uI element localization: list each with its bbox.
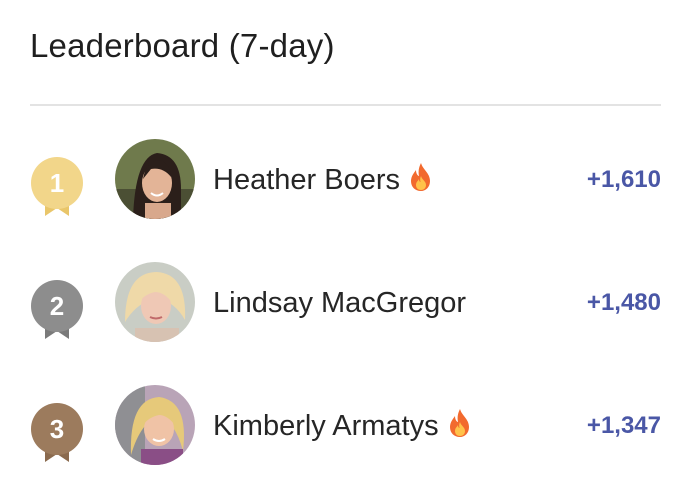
leaderboard-title: Leaderboard (7-day) — [30, 27, 335, 64]
rank-number: 2 — [49, 291, 65, 321]
user-name[interactable]: Heather Boers — [213, 163, 434, 197]
user-name[interactable]: Kimberly Armatys — [213, 409, 473, 443]
divider — [30, 104, 661, 106]
points-value: +1,610 — [586, 166, 661, 193]
user-name-text[interactable]: Kimberly Armatys — [213, 410, 439, 442]
fire-icon — [408, 162, 434, 192]
leaderboard-row[interactable]: 2 Lindsay MacGregor +1,480 — [0, 260, 690, 344]
leaderboard-widget: Leaderboard (7-day) 1 Heather Boers +1,6… — [0, 0, 690, 502]
points-value: +1,347 — [586, 412, 661, 439]
leaderboard-row[interactable]: 3 Kimberly Armatys +1,347 — [0, 383, 690, 467]
points-value: +1,480 — [586, 289, 661, 316]
fire-icon — [447, 408, 473, 438]
rank-number: 3 — [49, 414, 65, 444]
avatar[interactable] — [115, 139, 195, 219]
rank-number: 1 — [49, 168, 65, 198]
avatar[interactable] — [115, 385, 195, 465]
rank-medal-icon: 3 — [29, 402, 85, 464]
avatar[interactable] — [115, 262, 195, 342]
user-name-text[interactable]: Heather Boers — [213, 164, 400, 196]
user-name[interactable]: Lindsay MacGregor — [213, 286, 466, 320]
rank-medal-icon: 1 — [29, 156, 85, 218]
rank-medal-icon: 2 — [29, 279, 85, 341]
leaderboard-row[interactable]: 1 Heather Boers +1,610 — [0, 137, 690, 221]
user-name-text[interactable]: Lindsay MacGregor — [213, 287, 466, 319]
